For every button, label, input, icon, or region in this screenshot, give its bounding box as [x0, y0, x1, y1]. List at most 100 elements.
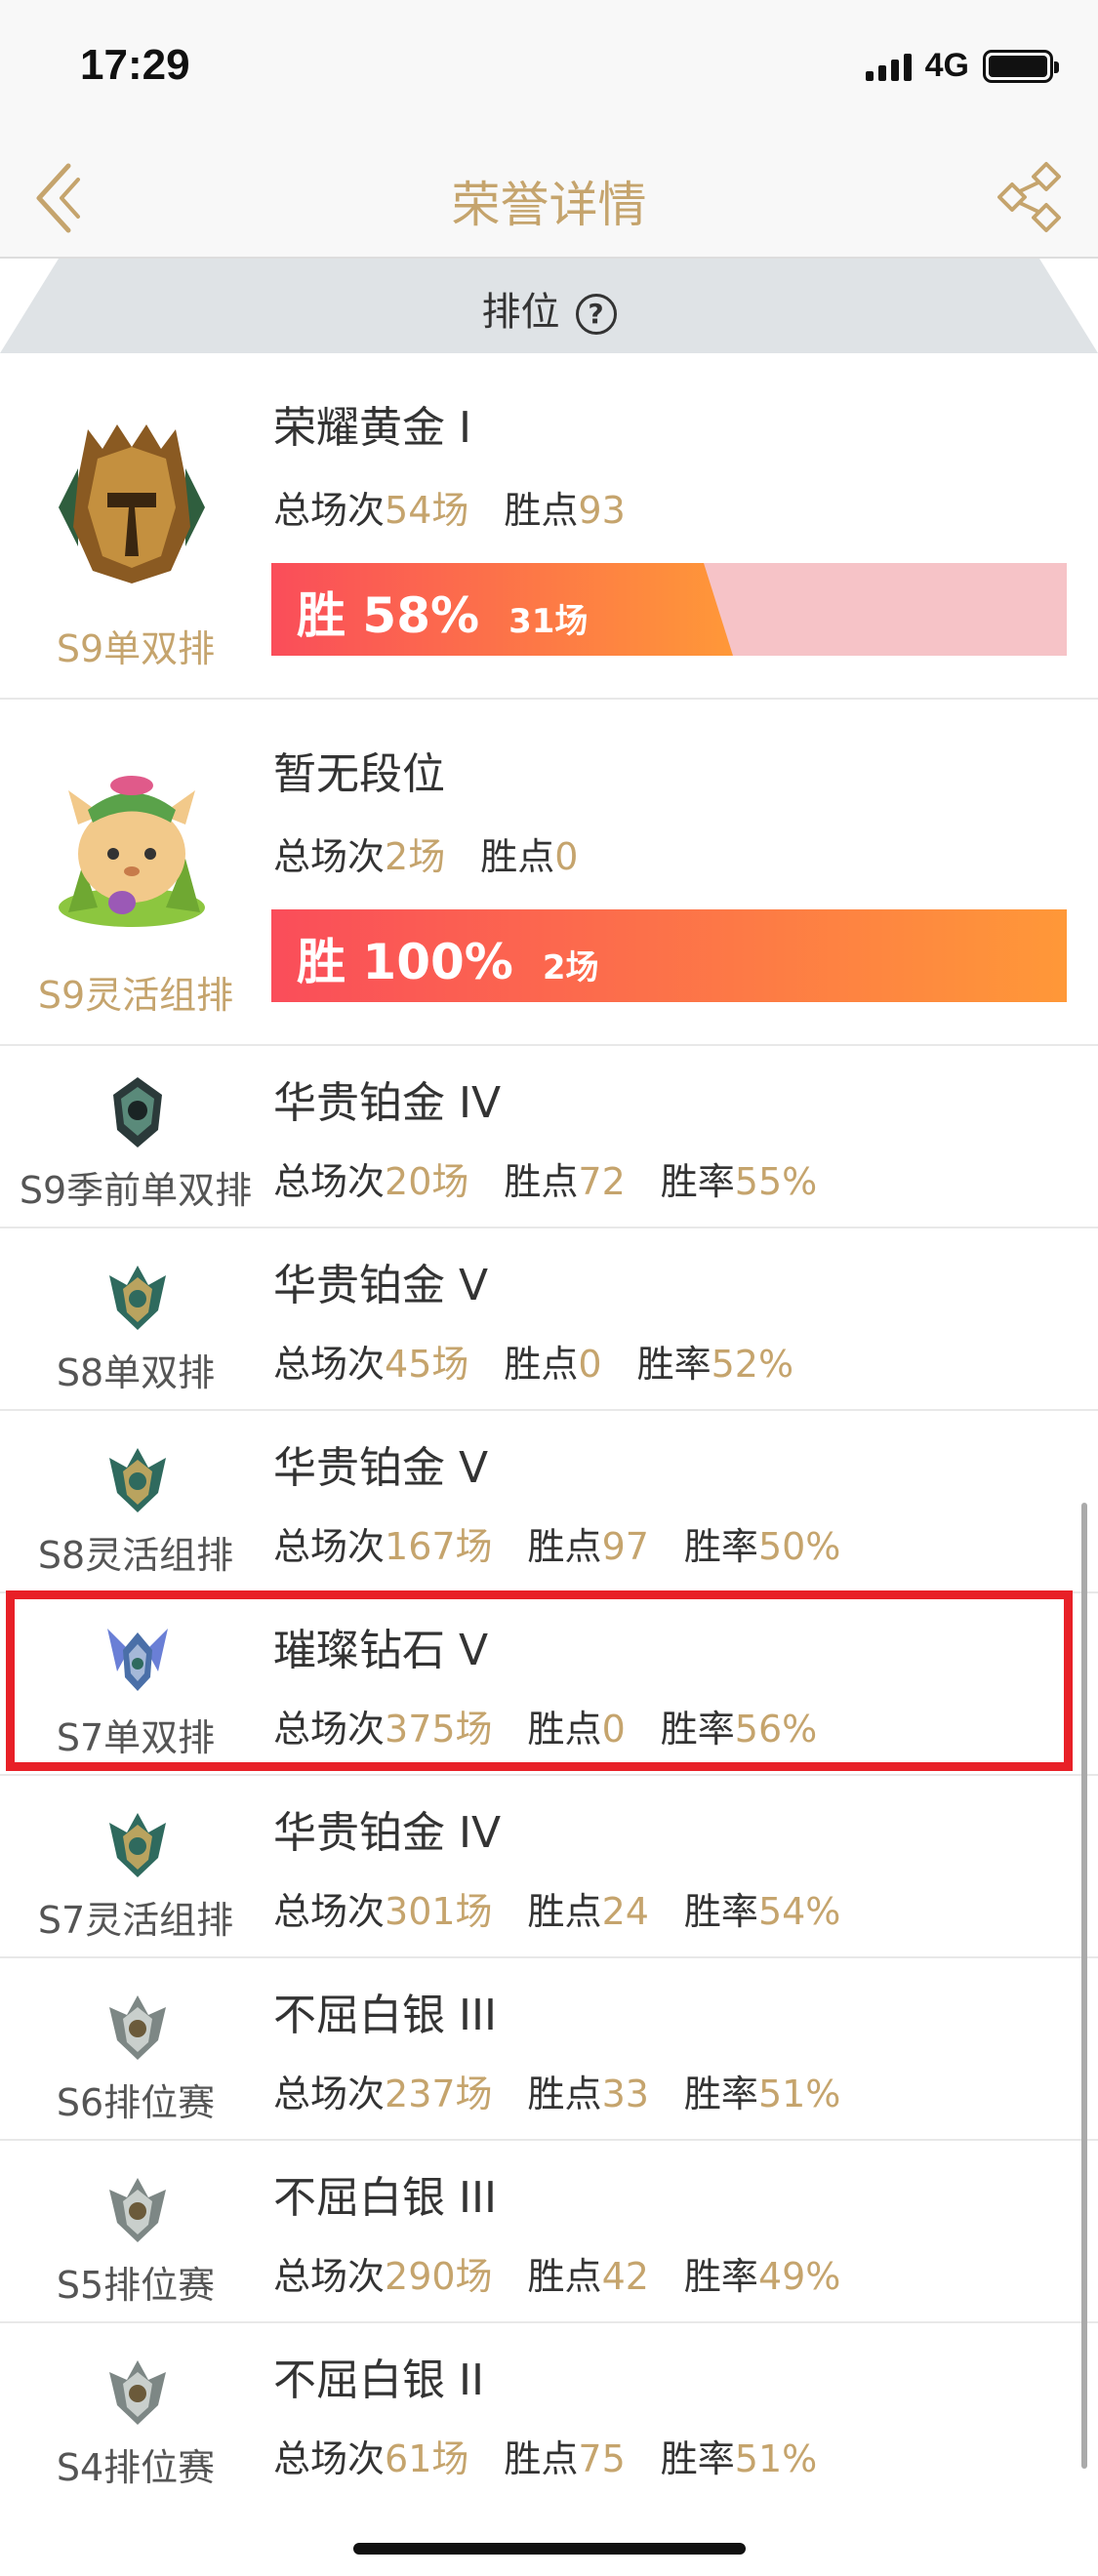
winrate-label: 胜率	[683, 2073, 758, 2115]
total-value: 20场	[385, 1160, 469, 1203]
winrate-value: 51%	[734, 2437, 818, 2480]
total-label: 总场次	[273, 489, 386, 532]
winrate-label: 胜率	[683, 1525, 758, 1568]
rank-stats: 总场次290场 胜点42 胜率49%	[273, 2246, 875, 2300]
share-button[interactable]	[993, 158, 1071, 236]
season-label: S9季前单双排	[19, 1169, 253, 1212]
points-value: 93	[578, 489, 626, 532]
rank-row[interactable]: S5排位赛 不屈白银 III 总场次290场 胜点42 胜率49%	[0, 2141, 1098, 2323]
season-label: S6排位赛	[56, 2081, 216, 2124]
total-value: 45场	[385, 1343, 469, 1386]
total-value: 54场	[385, 489, 469, 532]
silver-emblem-icon	[109, 1995, 166, 2060]
season-label: S5排位赛	[56, 2264, 216, 2307]
win-count: 2场	[542, 948, 599, 987]
battery-icon	[983, 49, 1059, 83]
winrate-value: 52%	[711, 1343, 794, 1386]
rank-stats: 总场次45场 胜点0 胜率52%	[273, 1334, 829, 1388]
status-bar: 17:29 4G	[0, 0, 1098, 137]
rank-row[interactable]: S9季前单双排 华贵铂金 IV 总场次20场 胜点72 胜率55%	[0, 1046, 1098, 1228]
total-label: 总场次	[273, 2255, 386, 2298]
rank-row[interactable]: S8灵活组排 华贵铂金 V 总场次167场 胜点97 胜率50%	[0, 1411, 1098, 1593]
points-label: 胜点	[504, 2437, 579, 2480]
rank-row[interactable]: S6排位赛 不屈白银 III 总场次237场 胜点33 胜率51%	[0, 1958, 1098, 2141]
total-label: 总场次	[273, 1890, 386, 1933]
page-title: 荣誉详情	[451, 177, 647, 233]
rank-row[interactable]: S7灵活组排 华贵铂金 IV 总场次301场 胜点24 胜率54%	[0, 1776, 1098, 1958]
winrate-bar: 胜 58% 31场	[271, 563, 1067, 656]
tier-name: 华贵铂金 IV	[273, 1808, 502, 1858]
rank-row[interactable]: S9灵活组排 暂无段位 总场次2场 胜点0 胜 100% 2场	[0, 700, 1098, 1046]
season-label: S4排位赛	[56, 2446, 216, 2489]
status-indicators: 4G	[865, 47, 1059, 85]
winrate-percent: 胜 58%	[297, 587, 480, 644]
winrate-value: 55%	[734, 1160, 818, 1203]
winrate-label: 胜率	[660, 2437, 735, 2480]
rank-stats: 总场次61场 胜点75 胜率51%	[273, 2429, 852, 2482]
points-label: 胜点	[527, 1890, 602, 1933]
winrate-value: 51%	[757, 2073, 841, 2115]
total-label: 总场次	[273, 835, 386, 878]
points-label: 胜点	[527, 1525, 602, 1568]
winrate-label: 胜率	[660, 1160, 735, 1203]
points-value: 72	[578, 1160, 626, 1203]
winrate-label: 胜率	[683, 2255, 758, 2298]
tier-name: 华贵铂金 IV	[273, 1078, 502, 1128]
tier-name: 不屈白银 III	[273, 1991, 497, 2040]
winrate-value: 49%	[757, 2255, 841, 2298]
total-value: 237场	[385, 2073, 493, 2115]
silver-emblem-icon	[109, 2178, 166, 2242]
points-label: 胜点	[504, 1160, 579, 1203]
winrate-percent: 胜 100%	[297, 934, 513, 990]
rank-row[interactable]: S4排位赛 不屈白银 II 总场次61场 胜点75 胜率51%	[0, 2323, 1098, 2506]
rank-row[interactable]: S8单双排 华贵铂金 V 总场次45场 胜点0 胜率52%	[0, 1228, 1098, 1411]
help-icon[interactable]: ?	[575, 294, 617, 335]
nav-bar: 荣誉详情	[0, 137, 1098, 259]
total-label: 总场次	[273, 1525, 386, 1568]
section-label-text: 排位	[481, 290, 560, 335]
points-label: 胜点	[527, 2255, 602, 2298]
tier-name: 荣耀黄金 I	[273, 403, 471, 453]
scrollbar[interactable]	[1081, 1503, 1087, 2469]
tier-name: 不屈白银 III	[273, 2173, 497, 2223]
rank-list: S9单双排 荣耀黄金 I 总场次54场 胜点93 胜 58% 31场 S9灵活组排 …	[0, 353, 1098, 2506]
section-header: 排位?	[0, 259, 1098, 353]
highlight-box	[6, 1590, 1073, 1771]
season-label: S8单双排	[56, 1351, 216, 1394]
winrate-bar: 胜 100% 2场	[271, 909, 1067, 1002]
platinum-emblem-icon	[109, 1813, 166, 1877]
rank-stats: 总场次301场 胜点24 胜率54%	[273, 1881, 875, 1935]
total-label: 总场次	[273, 2073, 386, 2115]
section-title: 排位?	[0, 280, 1098, 337]
total-value: 301场	[385, 1890, 493, 1933]
rank-stats: 总场次237场 胜点33 胜率51%	[273, 2064, 875, 2117]
total-value: 167场	[385, 1525, 493, 1568]
share-icon	[997, 162, 1061, 232]
tier-name: 不屈白银 II	[273, 2355, 484, 2405]
season-label: S9单双排	[56, 627, 216, 670]
points-value: 42	[601, 2255, 649, 2298]
total-value: 290场	[385, 2255, 493, 2298]
rank-stats: 总场次54场 胜点93	[273, 480, 661, 534]
signal-icon	[865, 52, 912, 81]
points-label: 胜点	[480, 835, 555, 878]
total-value: 2场	[385, 835, 446, 878]
season-label: S9灵活组排	[37, 974, 234, 1017]
tier-name: 华贵铂金 V	[273, 1261, 489, 1310]
total-value: 61场	[385, 2437, 469, 2480]
rank-stats: 总场次167场 胜点97 胜率50%	[273, 1516, 875, 1570]
points-value: 24	[601, 1890, 649, 1933]
platinum-emblem-icon	[109, 1448, 166, 1512]
home-indicator	[353, 2543, 746, 2555]
points-value: 0	[578, 1343, 602, 1386]
winrate-label: 胜率	[683, 1890, 758, 1933]
winrate-bar-text: 胜 58% 31场	[297, 577, 588, 647]
winrate-bar-text: 胜 100% 2场	[297, 923, 599, 993]
tier-name: 暂无段位	[273, 749, 445, 799]
network-label: 4G	[924, 47, 969, 84]
rank-stats: 总场次20场 胜点72 胜率55%	[273, 1151, 852, 1205]
rank-row[interactable]: S9单双排 荣耀黄金 I 总场次54场 胜点93 胜 58% 31场	[0, 353, 1098, 700]
points-value: 33	[601, 2073, 649, 2115]
winrate-value: 54%	[757, 1890, 841, 1933]
winrate-label: 胜率	[636, 1343, 712, 1386]
